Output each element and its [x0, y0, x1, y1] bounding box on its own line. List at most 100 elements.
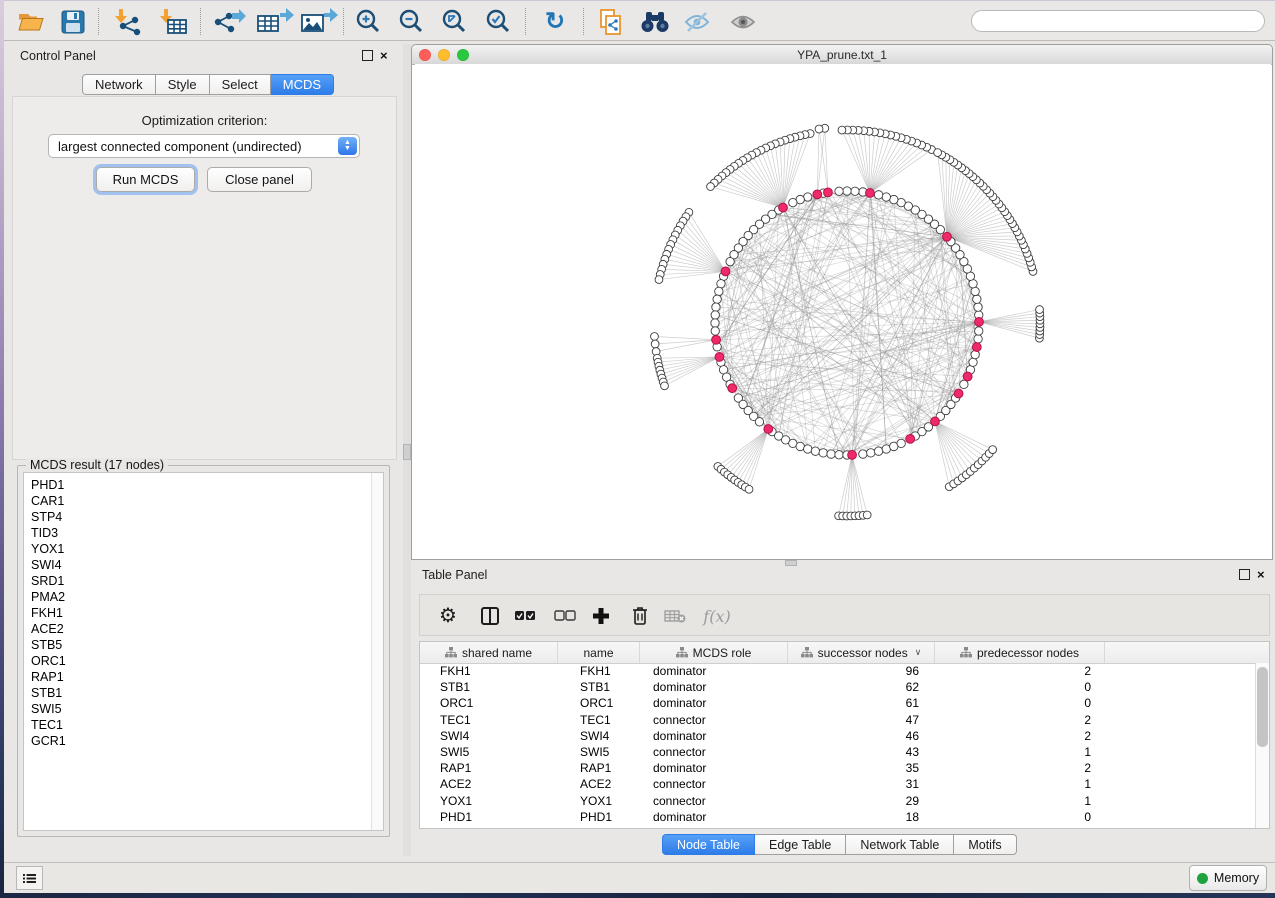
- refresh-layout-button[interactable]: ↻: [538, 6, 572, 37]
- network-node[interactable]: [897, 439, 905, 447]
- network-frame-titlebar[interactable]: YPA_prune.txt_1: [412, 45, 1272, 65]
- hide-selected-button[interactable]: [680, 6, 714, 37]
- deselect-all-columns-button[interactable]: [550, 601, 580, 631]
- network-node[interactable]: [651, 333, 659, 341]
- mcds-result-item[interactable]: ACE2: [24, 621, 371, 637]
- mcds-node[interactable]: [906, 434, 915, 443]
- mcds-result-item[interactable]: FKH1: [24, 605, 371, 621]
- search-input[interactable]: [971, 10, 1265, 32]
- float-panel-icon[interactable]: [362, 50, 373, 61]
- table-row[interactable]: STB1STB1dominator620: [420, 679, 1256, 695]
- network-node[interactable]: [755, 418, 763, 426]
- mcds-node[interactable]: [721, 267, 730, 276]
- mcds-result-item[interactable]: SRD1: [24, 573, 371, 589]
- mcds-node[interactable]: [728, 384, 737, 393]
- network-node[interactable]: [960, 380, 968, 388]
- criterion-select[interactable]: largest connected component (undirected)…: [48, 134, 360, 158]
- import-network-button[interactable]: [108, 6, 148, 37]
- network-node[interactable]: [851, 187, 859, 195]
- tab-motifs[interactable]: Motifs: [954, 834, 1016, 855]
- tab-mcds[interactable]: MCDS: [271, 74, 334, 95]
- network-node[interactable]: [974, 303, 982, 311]
- network-node[interactable]: [707, 183, 715, 191]
- network-node[interactable]: [811, 447, 819, 455]
- network-node[interactable]: [859, 450, 867, 458]
- column-header-name[interactable]: name: [558, 642, 640, 663]
- table-row[interactable]: SWI4SWI4dominator462: [420, 728, 1256, 744]
- table-row[interactable]: RAP1RAP1dominator352: [420, 760, 1256, 776]
- table-row[interactable]: PHD1PHD1dominator180: [420, 809, 1256, 825]
- delete-table-button[interactable]: [660, 601, 690, 631]
- network-node[interactable]: [715, 287, 723, 295]
- table-row[interactable]: FKH1FKH1dominator962: [420, 663, 1256, 679]
- column-header-predecessor-nodes[interactable]: predecessor nodes: [935, 642, 1105, 663]
- network-node[interactable]: [867, 449, 875, 457]
- network-node[interactable]: [835, 451, 843, 459]
- mcds-node[interactable]: [943, 232, 952, 241]
- close-panel-icon[interactable]: ×: [380, 51, 388, 60]
- clone-network-button[interactable]: [594, 6, 628, 37]
- network-node[interactable]: [835, 187, 843, 195]
- mcds-result-item[interactable]: SWI4: [24, 557, 371, 573]
- network-node[interactable]: [712, 303, 720, 311]
- export-network-button[interactable]: [210, 6, 250, 37]
- column-header-successor-nodes[interactable]: successor nodes ∨: [788, 642, 935, 663]
- tab-network[interactable]: Network: [82, 74, 156, 95]
- mcds-result-item[interactable]: STP4: [24, 509, 371, 525]
- table-scrollbar-thumb[interactable]: [1257, 667, 1268, 747]
- mcds-result-item[interactable]: SWI5: [24, 701, 371, 717]
- mcds-node[interactable]: [866, 189, 875, 198]
- zoom-selected-button[interactable]: [481, 6, 515, 37]
- horizontal-split-grip[interactable]: [785, 560, 797, 566]
- add-column-button[interactable]: [586, 601, 616, 631]
- network-node[interactable]: [969, 358, 977, 366]
- mcds-node[interactable]: [715, 353, 724, 362]
- run-mcds-button[interactable]: Run MCDS: [96, 167, 195, 192]
- network-node[interactable]: [971, 287, 979, 295]
- mcds-result-item[interactable]: PMA2: [24, 589, 371, 605]
- mcds-result-item[interactable]: TEC1: [24, 717, 371, 733]
- network-node[interactable]: [882, 193, 890, 201]
- table-scrollbar[interactable]: [1255, 663, 1269, 828]
- table-options-button[interactable]: ⚙: [433, 601, 463, 631]
- close-panel-button[interactable]: Close panel: [207, 167, 312, 192]
- mcds-result-item[interactable]: YOX1: [24, 541, 371, 557]
- select-all-columns-button[interactable]: [510, 601, 540, 631]
- mcds-list-scrollbar[interactable]: [371, 473, 383, 830]
- mcds-result-item[interactable]: RAP1: [24, 669, 371, 685]
- tab-edge-table[interactable]: Edge Table: [755, 834, 846, 855]
- show-panels-menu-button[interactable]: [16, 866, 43, 890]
- table-row[interactable]: TEC1TEC1connector472: [420, 712, 1256, 728]
- network-node[interactable]: [843, 187, 851, 195]
- save-session-button[interactable]: [56, 6, 90, 37]
- network-node[interactable]: [651, 340, 659, 348]
- network-node[interactable]: [838, 126, 846, 134]
- network-node[interactable]: [804, 445, 812, 453]
- network-node[interactable]: [819, 449, 827, 457]
- table-row[interactable]: YOX1YOX1connector291: [420, 793, 1256, 809]
- export-image-button[interactable]: [298, 6, 340, 37]
- export-table-button[interactable]: [254, 6, 296, 37]
- mcds-node[interactable]: [975, 317, 984, 326]
- network-node[interactable]: [745, 485, 753, 493]
- mcds-node[interactable]: [764, 425, 773, 434]
- network-node[interactable]: [711, 319, 719, 327]
- mcds-node[interactable]: [813, 190, 822, 199]
- function-builder-button[interactable]: f(x): [698, 601, 736, 631]
- network-node[interactable]: [874, 447, 882, 455]
- tab-network-table[interactable]: Network Table: [846, 834, 954, 855]
- tab-select[interactable]: Select: [210, 74, 271, 95]
- table-row[interactable]: ORC1ORC1dominator610: [420, 695, 1256, 711]
- close-panel-icon[interactable]: ×: [1257, 570, 1265, 579]
- network-node[interactable]: [989, 446, 997, 454]
- network-node[interactable]: [874, 191, 882, 199]
- mcds-node[interactable]: [931, 417, 940, 426]
- mcds-result-item[interactable]: PHD1: [24, 477, 371, 493]
- mcds-result-item[interactable]: STB5: [24, 637, 371, 653]
- float-panel-icon[interactable]: [1239, 569, 1250, 580]
- import-table-button[interactable]: [153, 6, 193, 37]
- mcds-node[interactable]: [954, 389, 963, 398]
- network-node[interactable]: [655, 276, 663, 284]
- mcds-result-item[interactable]: TID3: [24, 525, 371, 541]
- network-node[interactable]: [815, 125, 823, 133]
